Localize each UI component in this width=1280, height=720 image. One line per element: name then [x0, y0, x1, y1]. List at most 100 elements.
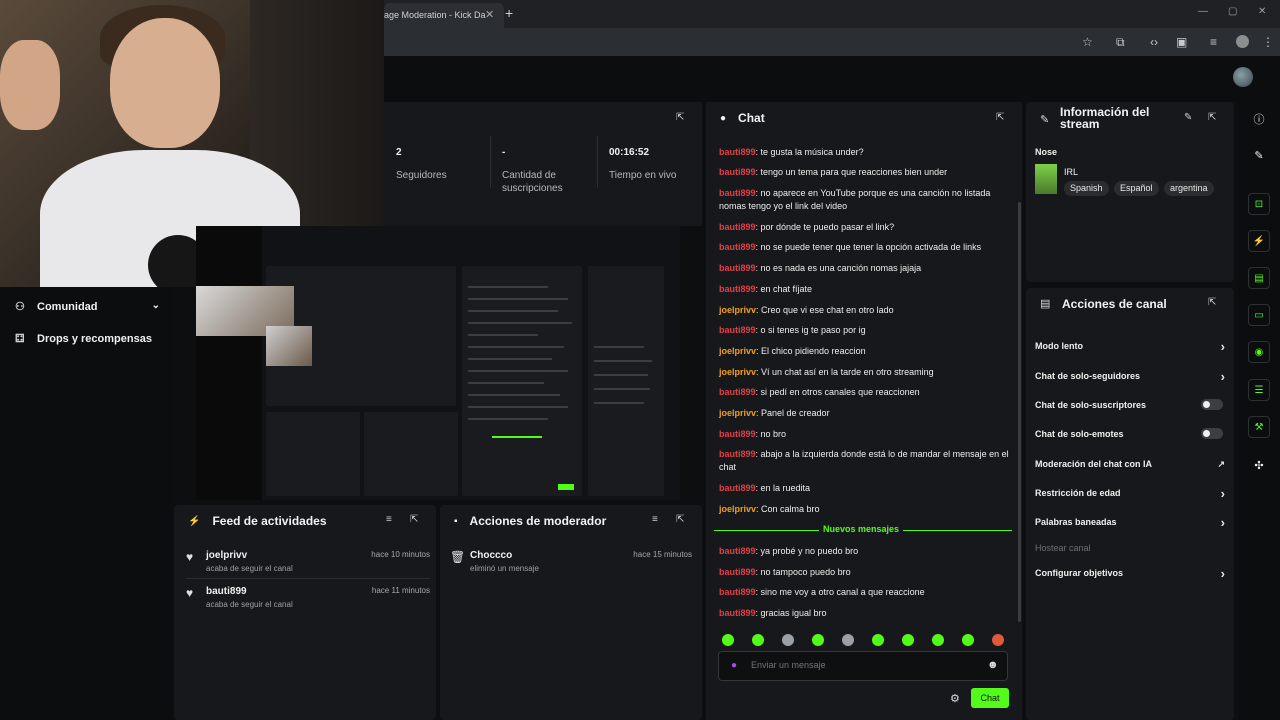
emote-icon[interactable]	[752, 634, 764, 646]
chat-message[interactable]: bauti899: te gusta la música under?	[719, 146, 1011, 159]
sidebar-item-comunidad[interactable]: ⚇ Comunidad ⌄	[15, 300, 160, 313]
option-solo-seguidores[interactable]: Chat de solo-seguidores ›	[1035, 369, 1225, 384]
tag-chip[interactable]: argentina	[1164, 181, 1214, 196]
chat-input-box[interactable]: ● ☻	[718, 651, 1008, 681]
emoji-icon[interactable]: ☻	[987, 659, 999, 671]
option-solo-emotes[interactable]: Chat de solo-emotes	[1035, 428, 1225, 439]
option-restriccion-edad[interactable]: Restricción de edad ›	[1035, 486, 1225, 501]
list-icon[interactable]: ☰	[1248, 379, 1270, 401]
filter-icon[interactable]: ≡	[386, 514, 392, 525]
chat-bubble-icon[interactable]: ▭	[1248, 304, 1270, 326]
popout-icon[interactable]: ⇱	[1208, 112, 1216, 123]
chat-message[interactable]: bauti899: no se puede tener que tener la…	[719, 241, 1011, 254]
settings-gear-icon[interactable]: ⚙	[950, 692, 960, 705]
code-icon[interactable]: ‹›	[1150, 35, 1158, 49]
chat-message[interactable]: bauti899: tengo un tema para que reaccio…	[719, 166, 1011, 179]
edit-pencil-icon[interactable]: ✎	[1184, 112, 1192, 123]
chat-message[interactable]: bauti899: no es nada es una canción noma…	[719, 262, 1011, 275]
chat-message[interactable]: joelprivv: Panel de creador	[719, 407, 1011, 420]
option-moderacion-ia[interactable]: Moderación del chat con IA ↗	[1035, 459, 1225, 469]
users-icon: ⚇	[15, 301, 25, 313]
chat-message[interactable]: bauti899: no bro	[719, 428, 1011, 441]
popout-icon[interactable]: ⇱	[996, 112, 1004, 123]
focus-icon[interactable]: ⊡	[1248, 193, 1270, 215]
new-tab-button[interactable]: +	[505, 5, 513, 21]
emote-icon[interactable]	[842, 634, 854, 646]
chat-message[interactable]: bauti899: en chat fíjate	[719, 283, 1011, 296]
microphone-icon[interactable]: ●	[731, 660, 737, 671]
emote-icon[interactable]	[872, 634, 884, 646]
emote-icon[interactable]	[932, 634, 944, 646]
chat-message[interactable]: bauti899: en la ruedita	[719, 482, 1011, 495]
chat-input[interactable]	[751, 660, 971, 670]
activity-user[interactable]: bauti899	[206, 586, 247, 597]
user-avatar[interactable]	[1233, 67, 1253, 87]
filter-icon[interactable]: ≡	[652, 514, 658, 525]
toggle-switch[interactable]	[1201, 399, 1223, 410]
close-window-icon[interactable]: ✕	[1258, 6, 1266, 17]
browser-tab[interactable]: age Moderation - Kick Da ✕	[384, 3, 504, 28]
info-icon[interactable]: ⓘ	[1248, 108, 1270, 130]
address-bar[interactable]	[384, 28, 1280, 56]
edit-pencil-icon[interactable]: ✎	[1248, 144, 1270, 166]
moderator-actions-panel: ▪ Acciones de moderador ≡ ⇱ 🗑 Choccco el…	[440, 505, 702, 720]
option-palabras-baneadas[interactable]: Palabras baneadas ›	[1035, 515, 1225, 530]
emote-icon[interactable]	[782, 634, 794, 646]
chat-message[interactable]: bauti899: no aparece en YouTube porque e…	[719, 187, 1011, 213]
option-modo-lento[interactable]: Modo lento ›	[1035, 339, 1225, 354]
bolt-icon[interactable]: ⚡	[1248, 230, 1270, 252]
apps-icon[interactable]: ✣	[1248, 454, 1270, 476]
sidebar-item-drops[interactable]: ⚃ Drops y recompensas	[15, 332, 152, 346]
bookmark-star-icon[interactable]: ☆	[1082, 35, 1093, 49]
emote-icon[interactable]	[992, 634, 1004, 646]
menu-kebab-icon[interactable]: ⋮	[1262, 35, 1274, 49]
chat-message[interactable]: joelprivv: El chico pidiendo reaccion	[719, 345, 1011, 358]
chat-message[interactable]: bauti899: sino me voy a otro canal a que…	[719, 586, 1011, 599]
wrench-icon: ✎	[1040, 114, 1050, 126]
stream-preview[interactable]	[196, 226, 680, 500]
chat-message[interactable]: bauti899: ya probé y no puedo bro	[719, 545, 1011, 558]
new-messages-divider[interactable]: Nuevos mensajes	[714, 524, 1012, 534]
category-name[interactable]: IRL	[1064, 167, 1078, 177]
extension-icon[interactable]: ⧉	[1116, 35, 1125, 50]
popout-icon[interactable]: ⇱	[676, 112, 684, 123]
maximize-icon[interactable]: ▢	[1228, 6, 1237, 17]
popout-icon[interactable]: ⇱	[676, 514, 684, 525]
emote-icon[interactable]	[722, 634, 734, 646]
chat-message[interactable]: bauti899: no tampoco puedo bro	[719, 566, 1011, 579]
chat-scrollbar[interactable]	[1018, 202, 1021, 622]
broadcast-icon[interactable]: ◉	[1248, 341, 1270, 363]
sidepanel-icon[interactable]: ▣	[1176, 35, 1187, 49]
popout-icon[interactable]: ⇱	[410, 514, 418, 525]
wrench-icon[interactable]: ⚒	[1248, 416, 1270, 438]
chat-message[interactable]: bauti899: si pedí en otros canales que r…	[719, 386, 1011, 399]
tag-chip[interactable]: Español	[1114, 181, 1159, 196]
option-configurar-objetivos[interactable]: Configurar objetivos ›	[1035, 566, 1225, 581]
shield-icon: ▪	[454, 515, 458, 527]
tag-chip[interactable]: Spanish	[1064, 181, 1109, 196]
live-time-value: 00:16:52	[609, 147, 650, 158]
chat-message[interactable]: joelprivv: Creo que vi ese chat en otro …	[719, 304, 1011, 317]
emote-icon[interactable]	[902, 634, 914, 646]
emote-icon[interactable]	[812, 634, 824, 646]
chat-message[interactable]: bauti899: por dónde te puedo pasar el li…	[719, 221, 1011, 234]
option-solo-suscriptores[interactable]: Chat de solo-suscriptores	[1035, 399, 1225, 410]
moderator-user[interactable]: Choccco	[470, 550, 512, 561]
popout-icon[interactable]: ⇱	[1208, 297, 1216, 308]
channel-icon: ▤	[1040, 298, 1051, 310]
chat-message[interactable]: bauti899: gracias igual bro	[719, 607, 1011, 620]
document-icon[interactable]: ▤	[1248, 267, 1270, 289]
send-chat-button[interactable]: Chat	[971, 688, 1009, 708]
profile-icon[interactable]	[1236, 35, 1249, 48]
emote-icon[interactable]	[962, 634, 974, 646]
tab-close-icon[interactable]: ✕	[485, 8, 494, 21]
chat-message[interactable]: joelprivv: Ví un chat así en la tarde en…	[719, 366, 1011, 379]
chat-message[interactable]: bauti899: o si tenes ig te paso por ig	[719, 324, 1011, 337]
category-thumbnail[interactable]	[1035, 164, 1057, 194]
chat-message[interactable]: joelprivv: Con calma bro	[719, 503, 1011, 516]
minimize-icon[interactable]: —	[1198, 6, 1208, 17]
media-icon[interactable]: ≡	[1210, 35, 1217, 49]
toggle-switch[interactable]	[1201, 428, 1223, 439]
chat-message[interactable]: bauti899: abajo a la izquierda donde est…	[719, 448, 1011, 474]
activity-user[interactable]: joelprivv	[206, 550, 247, 561]
